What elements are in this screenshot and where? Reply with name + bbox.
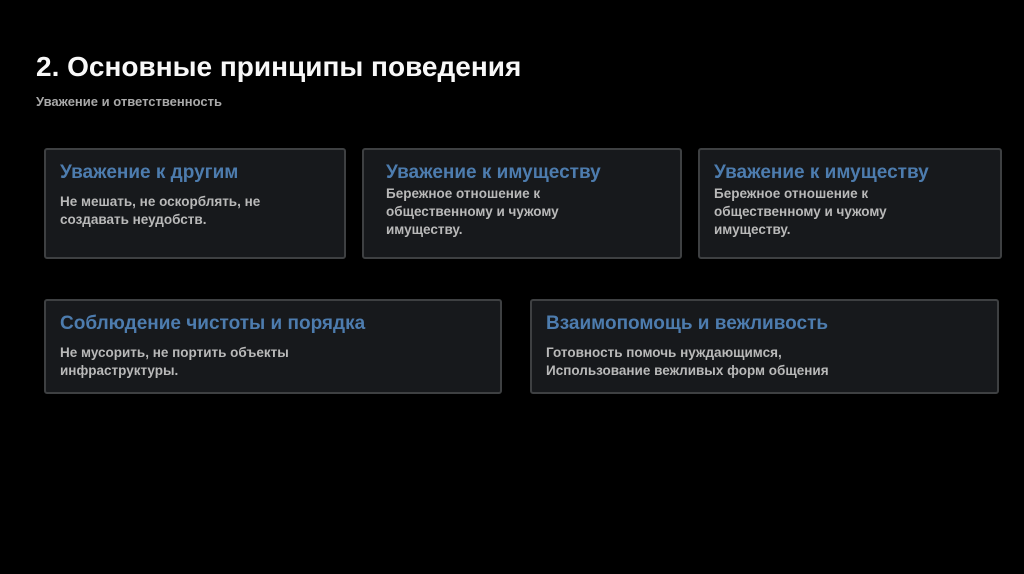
card-heading: Уважение к имуществу [714,162,929,183]
card-mutual-help-politeness: Взаимопомощь и вежливость Готовность пом… [530,299,999,394]
card-heading: Уважение к другим [60,162,239,183]
card-heading: Взаимопомощь и вежливость [546,313,829,334]
card-respect-property-2: Уважение к имуществу Бережное отношение … [698,148,1002,259]
card-heading: Уважение к имуществу [386,162,601,183]
card-cleanliness-order: Соблюдение чистоты и порядка Не мусорить… [44,299,502,394]
slide-title: 2. Основные принципы поведения [36,51,522,82]
presentation-slide: 2. Основные принципы поведения Уважение … [0,0,1024,574]
card-body-text: Готовность помочь нуждающимся, Использов… [546,345,829,378]
slide-subtitle: Уважение и ответственность [36,94,222,109]
card-respect-property-1: Уважение к имуществу Бережное отношение … [362,148,682,259]
card-body-text: Бережное отношение к общественному и чуж… [714,186,887,237]
card-body-text: Бережное отношение к общественному и чуж… [386,186,559,237]
card-heading: Соблюдение чистоты и порядка [60,313,366,334]
card-body-text: Не мешать, не оскорблять, не создавать н… [60,194,261,227]
card-body-text: Не мусорить, не портить объекты инфрастр… [60,345,289,378]
card-respect-others: Уважение к другим Не мешать, не оскорбля… [44,148,346,259]
